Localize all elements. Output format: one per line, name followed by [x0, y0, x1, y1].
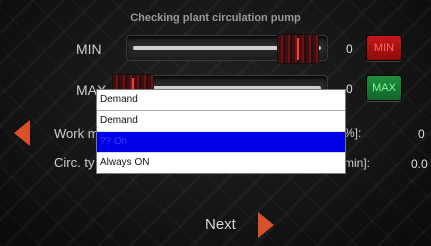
dropdown-option[interactable]: Demand — [97, 111, 345, 132]
min-slider[interactable] — [126, 34, 328, 64]
max-value: 0 — [346, 82, 353, 96]
min-slider-thumb[interactable] — [277, 34, 319, 64]
work-mode-dropdown[interactable]: Demand Demand ?? On Always ON — [96, 89, 346, 174]
work-mode-unit: %]: — [344, 126, 362, 140]
work-mode-value: 0 — [418, 127, 425, 141]
min-label: MIN — [76, 41, 102, 57]
circ-type-label: Circ. ty — [54, 155, 95, 170]
dropdown-option[interactable]: ?? On — [97, 132, 345, 153]
chevron-left-icon[interactable] — [14, 120, 30, 146]
chevron-right-icon[interactable] — [258, 212, 274, 238]
circ-type-value: 0.0 — [411, 157, 428, 171]
dropdown-list: Demand ?? On Always ON — [97, 111, 345, 173]
max-button[interactable]: MAX — [366, 75, 402, 101]
dropdown-selected-value[interactable]: Demand — [97, 90, 345, 111]
page-title: Checking plant circulation pump — [130, 12, 301, 24]
next-button-label[interactable]: Next — [205, 216, 236, 233]
min-value: 0 — [346, 42, 353, 56]
min-button[interactable]: MIN — [366, 35, 402, 61]
work-mode-label: Work m — [54, 126, 99, 141]
circ-type-unit: min]: — [344, 156, 371, 170]
dropdown-option[interactable]: Always ON — [97, 153, 345, 173]
